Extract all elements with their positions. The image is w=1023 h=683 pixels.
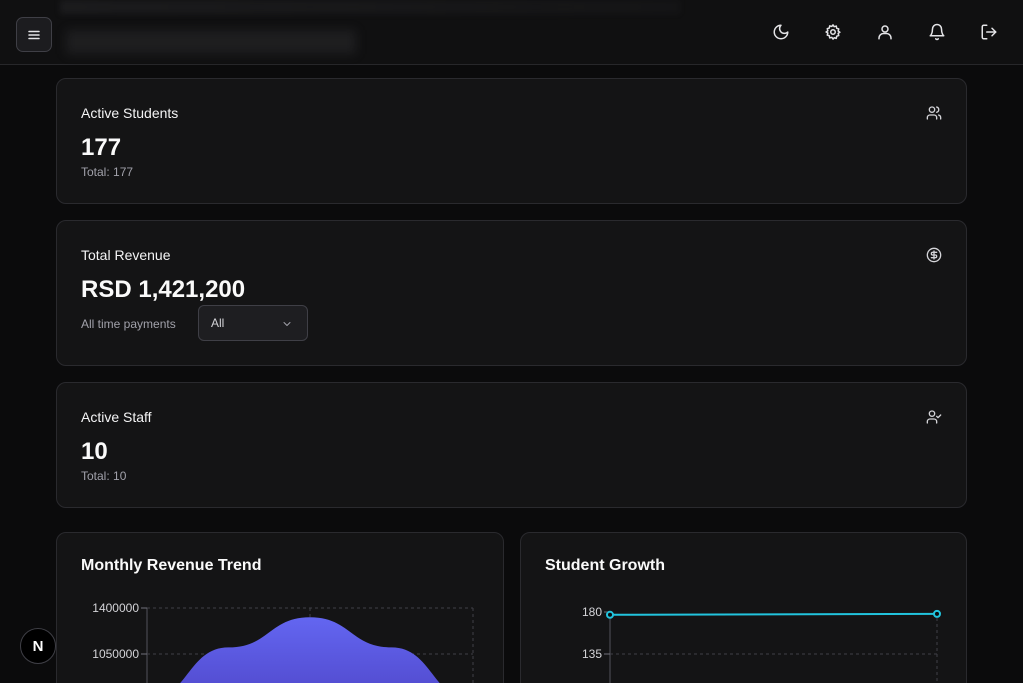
theme-toggle-button[interactable] bbox=[769, 20, 793, 44]
bell-icon bbox=[928, 23, 946, 41]
notifications-button[interactable] bbox=[925, 20, 949, 44]
active-staff-card: Active Staff 10 Total: 10 bbox=[56, 382, 967, 508]
profile-button[interactable] bbox=[873, 20, 897, 44]
card-subtitle: All time payments bbox=[81, 317, 176, 331]
select-value: All bbox=[211, 316, 225, 330]
card-subtitle: Total: 10 bbox=[81, 469, 127, 483]
card-title: Active Staff bbox=[81, 409, 152, 425]
payment-period-select[interactable]: All bbox=[198, 305, 308, 341]
logout-button[interactable] bbox=[977, 20, 1001, 44]
y-tick-label: 1050000 bbox=[92, 647, 139, 661]
y-tick-label: 135 bbox=[582, 647, 602, 661]
y-tick-label: 1400000 bbox=[92, 601, 139, 615]
active-students-card: Active Students 177 Total: 177 bbox=[56, 78, 967, 204]
logout-icon bbox=[980, 23, 998, 41]
dollar-circle-icon bbox=[926, 247, 942, 263]
badge-label: N bbox=[32, 637, 44, 655]
chart-title: Student Growth bbox=[545, 557, 665, 574]
total-revenue-card: Total Revenue RSD 1,421,200 All time pay… bbox=[56, 220, 967, 366]
growth-point bbox=[606, 610, 614, 619]
card-title: Total Revenue bbox=[81, 247, 171, 263]
settings-button[interactable] bbox=[821, 20, 845, 44]
card-value: 10 bbox=[81, 438, 108, 465]
blurred-page-title bbox=[66, 30, 356, 54]
card-value: 177 bbox=[81, 134, 122, 161]
top-bar bbox=[0, 0, 1023, 65]
users-icon bbox=[926, 105, 942, 121]
card-value: RSD 1,421,200 bbox=[81, 276, 246, 303]
chevron-down-icon bbox=[281, 318, 293, 330]
card-title: Active Students bbox=[81, 105, 179, 121]
student-growth-chart: 180 135 bbox=[582, 605, 941, 683]
revenue-trend-chart: 1400000 1050000 bbox=[92, 601, 474, 683]
growth-point bbox=[933, 609, 941, 618]
chart-title: Monthly Revenue Trend bbox=[81, 557, 262, 574]
y-tick-label: 180 bbox=[582, 605, 602, 619]
card-subtitle: Total: 177 bbox=[81, 165, 134, 179]
user-icon bbox=[876, 23, 894, 41]
revenue-area bbox=[180, 617, 440, 683]
user-check-icon bbox=[926, 409, 942, 425]
revenue-trend-card: Monthly Revenue Trend 1400000 1050000 bbox=[56, 532, 504, 683]
growth-line bbox=[609, 612, 938, 616]
gear-icon bbox=[824, 23, 842, 41]
dev-tools-badge[interactable]: N bbox=[20, 628, 56, 664]
menu-button[interactable] bbox=[16, 17, 52, 52]
menu-icon bbox=[26, 27, 42, 43]
student-growth-card: Student Growth 180 135 bbox=[520, 532, 967, 683]
moon-icon bbox=[772, 23, 790, 41]
blurred-header-text bbox=[60, 0, 680, 14]
